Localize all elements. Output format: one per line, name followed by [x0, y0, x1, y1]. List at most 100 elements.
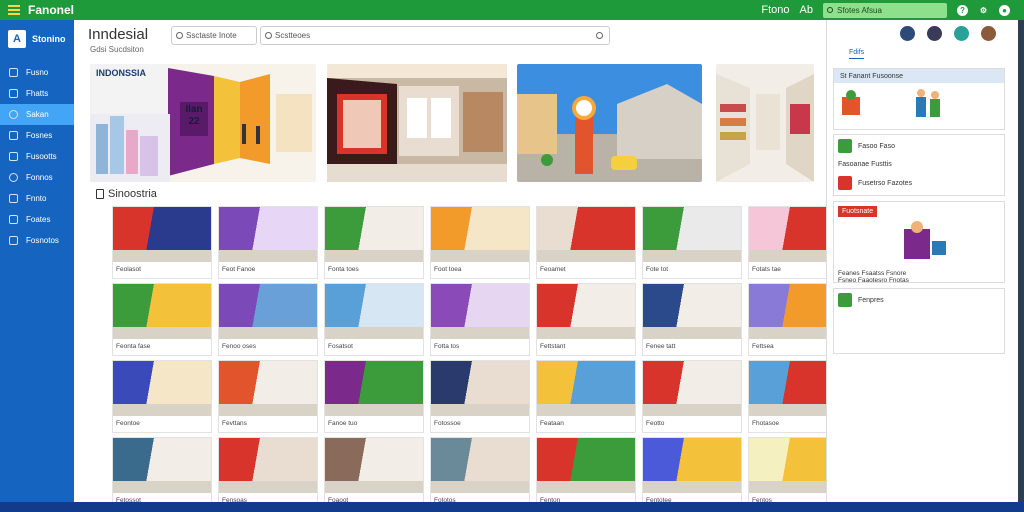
sidebar-item-2[interactable]: Sakan — [0, 104, 74, 125]
store-card[interactable]: Feontoe — [112, 360, 212, 433]
store-thumbnail-image — [431, 284, 529, 339]
search-icon — [265, 32, 272, 39]
store-thumbnail-image — [537, 361, 635, 416]
store-card-caption: Fonta toes — [328, 266, 359, 273]
store-card[interactable]: Fetossot — [112, 437, 212, 510]
main-search-input[interactable]: Scstteoes — [260, 26, 610, 45]
hero-image-1[interactable]: INDONSSIA Ilan 22 — [90, 64, 316, 182]
avatar[interactable] — [954, 26, 969, 41]
nav-icon — [9, 68, 18, 77]
store-card[interactable]: Feoamet — [536, 206, 636, 279]
store-card[interactable]: Feotto — [642, 360, 742, 433]
store-card[interactable]: Fototos — [430, 437, 530, 510]
store-thumbnail-image — [219, 361, 317, 416]
section-title: Sinoostria — [96, 188, 157, 200]
brand-logo-icon: A — [8, 30, 26, 48]
right-panel: Fdifs St Fanant Fusoonse Fasoo Faso Faso… — [826, 20, 1018, 502]
sidebar-item-3[interactable]: Fosnes — [0, 125, 74, 146]
search-submit-icon[interactable] — [596, 32, 603, 39]
store-thumbnail-image — [325, 284, 423, 339]
info-box-2: Fasoo Faso Fasoanae Fusttis Fusetrso Faz… — [833, 134, 1005, 196]
sidebar-item-1[interactable]: Fhatts — [0, 83, 74, 104]
filter-search-input[interactable]: Ssctaste Inote — [171, 26, 257, 45]
main-search-placeholder: Scstteoes — [275, 31, 311, 40]
hero-image-2[interactable] — [327, 64, 507, 182]
store-card[interactable]: Fettstant — [536, 283, 636, 356]
sidebar-item-0[interactable]: Fusno — [0, 62, 74, 83]
store-card[interactable]: Feolasot — [112, 206, 212, 279]
nav-icon — [9, 131, 18, 140]
hero-image-3[interactable] — [517, 64, 702, 182]
sidebar-item-4[interactable]: Fusootts — [0, 146, 74, 167]
sidebar-item-6[interactable]: Fnnto — [0, 188, 74, 209]
sidebar-brand[interactable]: A Stonino — [0, 20, 74, 58]
avatar[interactable] — [981, 26, 996, 41]
hero-label: INDONSSIA — [96, 68, 147, 78]
nav-icon — [9, 173, 18, 182]
info-row-2[interactable]: Fasoanae Fusttis — [834, 157, 1004, 172]
store-thumbnail-image — [537, 284, 635, 339]
store-card[interactable]: Feonta fase — [112, 283, 212, 356]
red-icon — [838, 176, 852, 190]
store-thumbnail-image — [325, 207, 423, 262]
info-row-4[interactable]: Fenpres — [834, 289, 1004, 311]
store-card-caption: Fenoo oses — [222, 343, 256, 350]
page-subtitle: Gdsi Sucdsiton — [90, 45, 144, 54]
avatar-group — [900, 26, 996, 41]
store-card-caption: Foot toea — [434, 266, 462, 273]
store-card[interactable]: Fosatsot — [324, 283, 424, 356]
info-row-3[interactable]: Fusetrso Fazotes — [834, 172, 1004, 194]
store-card[interactable]: Fanoe tuo — [324, 360, 424, 433]
help-icon[interactable]: ? — [957, 4, 968, 16]
store-card[interactable]: Fote tot — [642, 206, 742, 279]
nav-label: Fusno — [26, 68, 49, 77]
sidebar-item-8[interactable]: Fosnotos — [0, 230, 74, 251]
top-search-field[interactable]: Sfotes Afsua — [823, 2, 947, 18]
store-card[interactable]: Fenee tatt — [642, 283, 742, 356]
store-thumbnail-image — [325, 361, 423, 416]
taskbar — [0, 502, 1024, 512]
store-card[interactable]: Fenoo oses — [218, 283, 318, 356]
store-card[interactable]: Fenton — [536, 437, 636, 510]
settings-icon[interactable]: ⚙ — [978, 5, 989, 16]
store-card[interactable]: Fensoas — [218, 437, 318, 510]
store-card[interactable]: Fentotee — [642, 437, 742, 510]
info-row-1[interactable]: Fasoo Faso — [834, 135, 1004, 157]
sidebar-item-5[interactable]: Fonnos — [0, 167, 74, 188]
store-card[interactable]: Fonta toes — [324, 206, 424, 279]
store-card-caption: Fosatsot — [328, 343, 353, 350]
top-link-2[interactable]: Ab — [800, 4, 813, 16]
store-card[interactable]: Feataan — [536, 360, 636, 433]
nav-label: Fhatts — [26, 89, 49, 98]
store-card[interactable]: Foot toea — [430, 206, 530, 279]
filter-search-placeholder: Ssctaste Inote — [186, 31, 237, 40]
store-card[interactable]: Fotossoe — [430, 360, 530, 433]
tab-details[interactable]: Fdifs — [849, 49, 865, 59]
hero-image-4[interactable] — [716, 64, 814, 182]
store-thumbnail-image — [643, 284, 741, 339]
user-icon[interactable]: ● — [999, 4, 1010, 16]
store-card-caption: Feataan — [540, 420, 564, 427]
info-row-1-text: Fasoo Faso — [858, 142, 895, 150]
store-card-caption: Feonta fase — [116, 343, 151, 350]
vertical-scrollbar[interactable] — [1018, 20, 1024, 502]
store-card-caption: Fanoe tuo — [328, 420, 358, 427]
supermarket-aisle-image — [716, 64, 814, 182]
nav-label: Fosnes — [26, 131, 53, 140]
hamburger-menu-icon[interactable] — [8, 5, 20, 15]
store-card[interactable]: Fotta tos — [430, 283, 530, 356]
nav-icon — [9, 89, 18, 98]
top-link-1[interactable]: Ftono — [761, 4, 789, 16]
store-card-caption: Feontoe — [116, 420, 140, 427]
avatar[interactable] — [927, 26, 942, 41]
info-box-3: Fuotsnate Feanes Fsaatss Fsnore Fsneo Fa… — [833, 201, 1005, 284]
app-title: Fanonel — [28, 3, 75, 17]
store-card[interactable]: Feot Fanoe — [218, 206, 318, 279]
sidebar-item-7[interactable]: Foates — [0, 209, 74, 230]
store-card[interactable]: Fevttans — [218, 360, 318, 433]
store-thumbnail-image — [325, 438, 423, 493]
store-card[interactable]: Foaoot — [324, 437, 424, 510]
avatar[interactable] — [900, 26, 915, 41]
nav-label: Fusootts — [26, 152, 57, 161]
store-card-caption: Fevttans — [222, 420, 247, 427]
